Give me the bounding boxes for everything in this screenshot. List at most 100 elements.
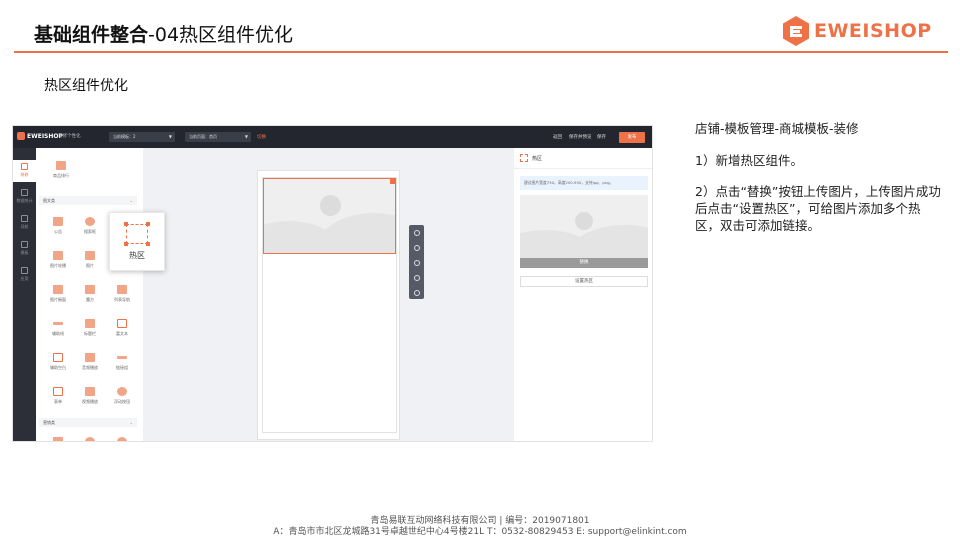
settings-image-placeholder: [520, 195, 648, 258]
widget-divider[interactable]: 辅助线: [46, 314, 70, 344]
widget-group-marketing[interactable]: 营销类 ⌄: [39, 418, 137, 427]
phone-content: [262, 177, 397, 433]
chevron-down-icon: ▼: [244, 134, 248, 139]
hotzone-callout-label: 热区: [129, 251, 145, 260]
editor-logo: EWEISHOP: [17, 132, 63, 140]
widget-list-nav[interactable]: 列表导航: [110, 280, 134, 310]
speaker-icon: [53, 217, 63, 226]
chevron-down-icon: ⌄: [129, 198, 133, 203]
nav-item-decorate[interactable]: 装修: [13, 160, 36, 182]
widget-float-button[interactable]: 浮动按钮: [110, 382, 134, 412]
widget-title-bar[interactable]: 标题栏: [78, 314, 102, 344]
image-placeholder-icon: [320, 195, 341, 216]
section-title: 热区组件优化: [44, 78, 128, 94]
save-preview-link[interactable]: 保存并预览: [569, 134, 592, 140]
instruction-step-2: 2）点击“替换”按钮上传图片，上传图片成功后点击“设置热区”，可给图片添加多个热…: [695, 184, 941, 233]
widget-audio[interactable]: 音频播放: [78, 348, 102, 378]
settings-divider: [514, 168, 652, 169]
title-icon: [85, 319, 95, 328]
search-icon: [85, 217, 95, 226]
up-icon[interactable]: [413, 245, 420, 251]
copy-icon[interactable]: [413, 275, 420, 281]
widget-form[interactable]: 表单: [46, 382, 70, 412]
image-icon: [85, 251, 95, 260]
editor-topbar: EWEISHOP 装修个性化 当前模板：2 ▼ 当前页面：首页 ▼ 切换 返回 保存…: [13, 126, 652, 148]
delete-icon[interactable]: [413, 290, 420, 296]
widget-video[interactable]: 视频播放: [78, 382, 102, 412]
save-link[interactable]: 保存: [597, 134, 606, 140]
widget-richtext[interactable]: 富文本: [110, 314, 134, 344]
slide-title-rest: -04热区组件优化: [148, 24, 294, 46]
slide-title-bold: 基础组件整合: [34, 24, 149, 46]
widget-marketing-3[interactable]: [110, 432, 134, 441]
float-button-icon: [117, 387, 127, 396]
hotzone-icon: [520, 154, 528, 162]
brush-icon: [21, 163, 28, 170]
blank-icon: [53, 353, 63, 362]
line-icon: [53, 322, 63, 325]
editor-page-name: 装修个性化: [58, 134, 81, 139]
settings-panel: 热区 建议图片宽度750，高度200-950，支持jpg、png。 替换 设置热…: [514, 148, 652, 441]
editor-left-nav: 装修 数据统计 导航 模板 应用: [13, 148, 36, 441]
image-placeholder-icon: [575, 212, 593, 230]
widget-goods-rank[interactable]: 商品排行: [48, 156, 74, 186]
nav-item-navigation[interactable]: 导航: [13, 212, 36, 234]
hotzone-image-placeholder[interactable]: [263, 178, 396, 254]
logo-text: EWEISHOP: [814, 20, 932, 42]
widget-image[interactable]: 图片: [78, 246, 102, 276]
grid-icon: [53, 285, 63, 294]
widget-search[interactable]: 搜索框: [78, 212, 102, 242]
editor-screenshot: EWEISHOP 装修个性化 当前模板：2 ▼ 当前页面：首页 ▼ 切换 返回 保存…: [12, 125, 653, 442]
back-link[interactable]: 返回: [553, 134, 562, 140]
replace-button[interactable]: 替换: [520, 258, 648, 268]
widget-banner[interactable]: 图片轮播: [46, 246, 70, 276]
hotzone-widget-callout[interactable]: 热区: [109, 212, 165, 271]
dots-icon: [117, 356, 127, 359]
phone-preview: [257, 170, 400, 440]
set-hotzone-button[interactable]: 设置热区: [520, 276, 648, 287]
nav-item-apps[interactable]: 应用: [13, 264, 36, 286]
chevron-down-icon: ▼: [168, 134, 172, 139]
chevron-down-icon: ⌄: [129, 420, 133, 425]
image-size-tip: 建议图片宽度750，高度200-950，支持jpg、png。: [520, 176, 648, 190]
apps-icon: [21, 267, 28, 274]
hexagon-logo-icon: [783, 16, 809, 46]
list-icon: [117, 285, 127, 294]
widget-link-group[interactable]: 链接组: [110, 348, 134, 378]
footer-contact: A：青岛市市北区龙城路31号卓越世纪中心4号楼21L T：0532-808294…: [273, 527, 687, 537]
publish-button[interactable]: 发布: [619, 132, 645, 143]
widget-group-media[interactable]: 图文类 ⌄: [39, 196, 137, 205]
header-divider: [14, 51, 948, 53]
widget-window[interactable]: 图片橱窗: [46, 280, 70, 310]
instruction-path: 店铺-模板管理-商城模板-装修: [695, 121, 859, 136]
eye-icon[interactable]: [413, 230, 420, 236]
down-icon[interactable]: [413, 260, 420, 266]
editor-logo-icon: [17, 132, 25, 140]
page-select[interactable]: 当前页面：首页 ▼: [185, 132, 251, 142]
stats-icon: [21, 189, 28, 196]
clock-icon: [117, 437, 127, 441]
template-select[interactable]: 当前模板：2 ▼: [109, 132, 175, 142]
widget-marketing-1[interactable]: [46, 432, 70, 441]
widget-cube[interactable]: 魔方: [78, 280, 102, 310]
bar-chart-icon: [56, 161, 66, 170]
switch-link[interactable]: 切换: [257, 134, 266, 140]
widget-notice[interactable]: 公告: [46, 212, 70, 242]
hotzone-icon: [124, 222, 150, 246]
settings-title: 热区: [520, 154, 542, 162]
widget-panel: 商品排行 图文类⌄ 公告 搜索框 热区 图片轮播 图片 图片橱窗 魔方 列表导航…: [36, 148, 143, 441]
component-toolbar: [409, 225, 424, 299]
nav-icon: [21, 215, 28, 222]
widget-blank[interactable]: 辅助空白: [46, 348, 70, 378]
gift-icon: [85, 437, 95, 441]
nav-item-stats[interactable]: 数据统计: [13, 186, 36, 208]
widget-marketing-2[interactable]: [78, 432, 102, 441]
coupon-icon: [53, 437, 63, 441]
preview-canvas: [143, 148, 514, 441]
cube-icon: [85, 285, 95, 294]
music-icon: [85, 353, 95, 362]
nav-item-template[interactable]: 模板: [13, 238, 36, 260]
template-icon: [21, 241, 28, 248]
play-icon: [85, 387, 95, 396]
delete-corner-icon[interactable]: [390, 179, 395, 184]
